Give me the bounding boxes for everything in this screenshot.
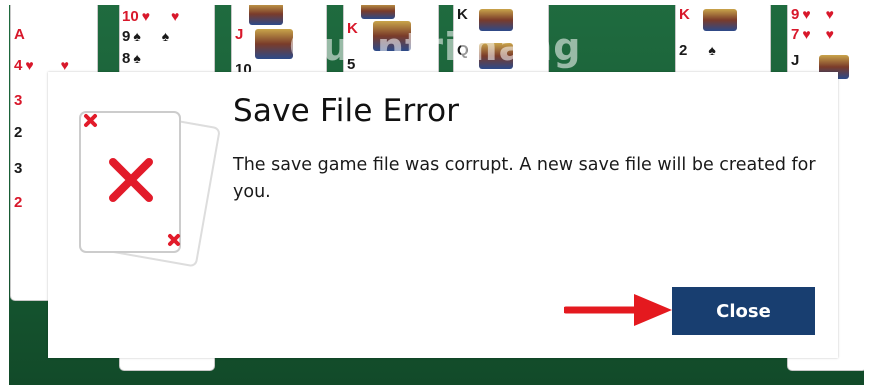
dialog-message: The save game file was corrupt. A new sa…	[233, 155, 816, 202]
red-arrow-icon	[564, 294, 672, 326]
card-rank: 3	[14, 160, 23, 177]
card-rank: 2 ♠	[679, 42, 716, 59]
face-card-art	[249, 5, 283, 25]
card-rank: K	[679, 6, 690, 23]
watermark: Quantrimang	[289, 25, 582, 69]
card-rank: 8 ♠	[122, 50, 141, 67]
card-rank: J	[791, 52, 800, 69]
card-rank: 7 ♥ ♥	[791, 26, 834, 43]
card-rank: 2	[14, 194, 23, 211]
card-rank: 3	[14, 92, 23, 109]
card-rank: 9 ♥ ♥	[791, 6, 834, 23]
card-rank: A	[14, 26, 25, 43]
face-card-art	[361, 5, 395, 19]
face-card-art	[255, 29, 293, 59]
card-rank: 4 ♥ ♥	[14, 57, 69, 74]
save-file-error-dialog: Save File Error The save game file was c…	[48, 72, 838, 358]
card-rank: 9 ♠ ♠	[122, 28, 170, 45]
dialog-title: Save File Error	[233, 93, 460, 129]
face-card-art	[703, 9, 737, 31]
close-button[interactable]: Close	[672, 287, 815, 335]
card-rank: 2	[14, 124, 23, 141]
card-rank: K	[457, 6, 468, 23]
error-cards-icon	[79, 111, 220, 267]
card-rank: J	[235, 26, 244, 43]
card-rank: 10 ♥ ♥	[122, 8, 180, 25]
